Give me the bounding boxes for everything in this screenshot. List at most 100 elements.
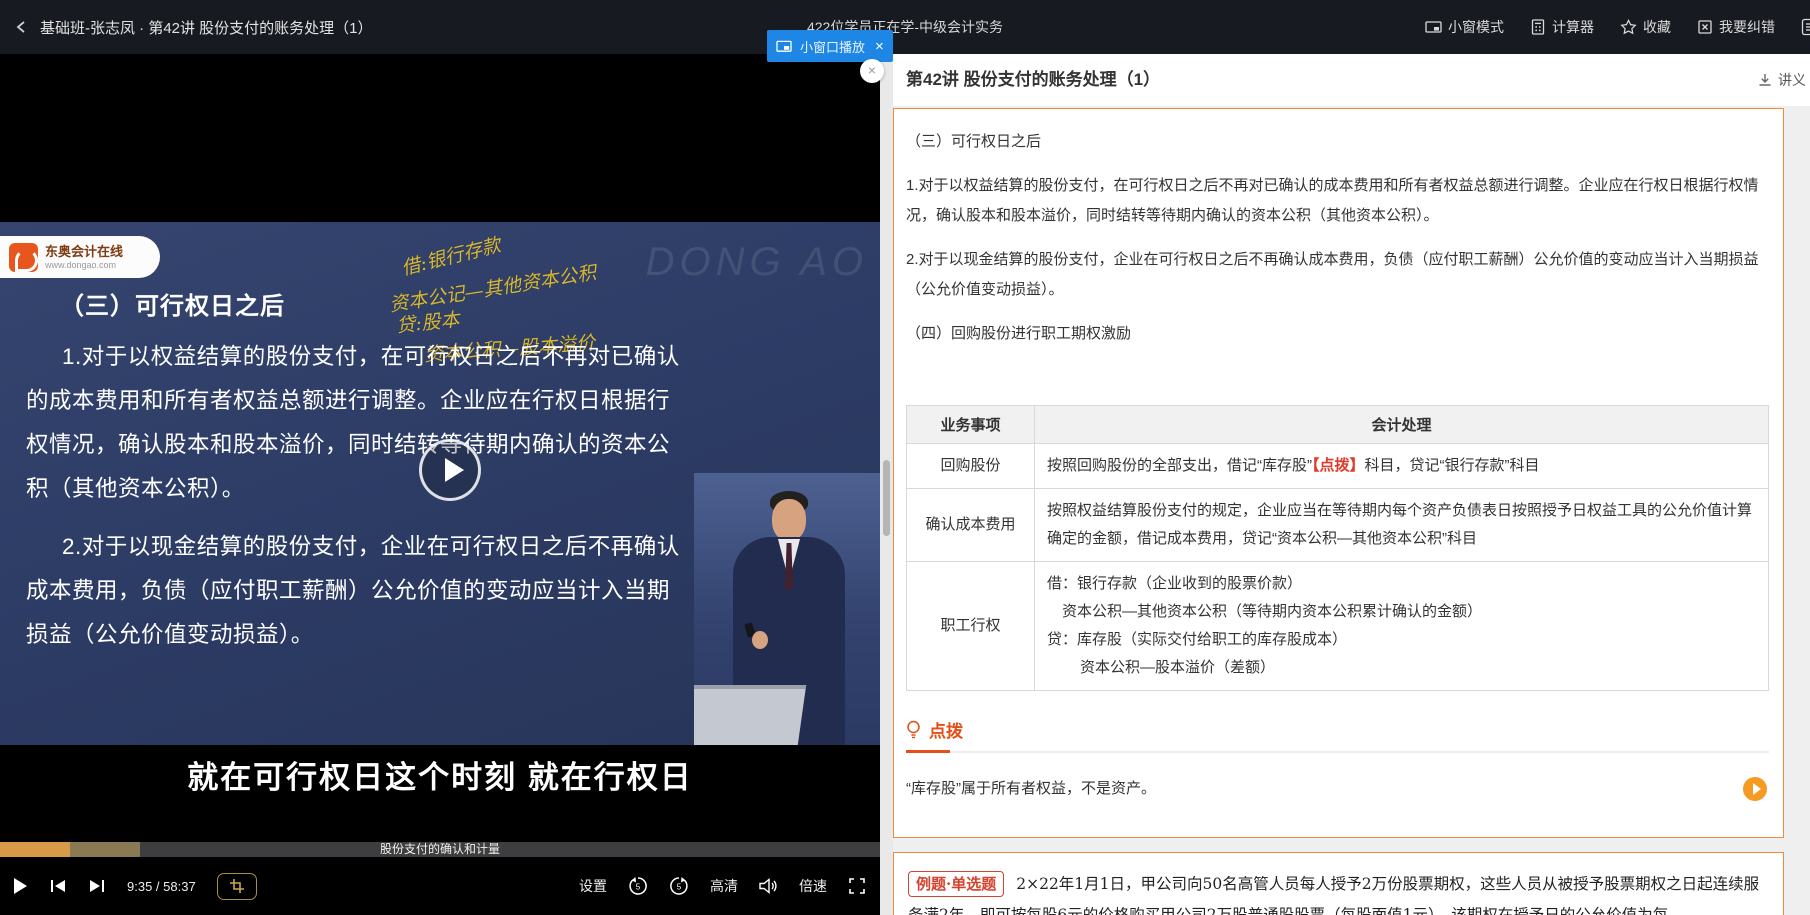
previous-icon	[49, 878, 67, 894]
lecture-title: 第42讲 股份支付的账务处理（1）	[906, 54, 1160, 106]
next-lesson-button[interactable]	[88, 878, 106, 894]
pip-tooltip-close-icon[interactable]: ×	[875, 39, 884, 54]
svg-text:5: 5	[677, 883, 682, 892]
section-paragraph: 1.对于以权益结算的股份支付，在可行权日之后不再对已确认的成本费用和所有者权益总…	[906, 171, 1769, 231]
previous-lesson-button[interactable]	[49, 878, 67, 894]
brand-site: www.dongao.com	[45, 260, 123, 270]
journal-line: 资本公积—其他资本公积（等待期内资本公积累计确认的金额）	[1047, 598, 1756, 626]
play-icon	[12, 877, 28, 895]
report-error-label: 我要纠错	[1719, 17, 1775, 37]
pip-mode-icon	[1425, 19, 1442, 35]
controls-left: 9:35 / 58:37	[12, 873, 257, 900]
fullscreen-icon	[848, 877, 866, 895]
controls-right: 设置 5 5 高清 倍速	[579, 876, 866, 896]
play-button[interactable]	[12, 877, 28, 895]
pip-mode-button[interactable]: 小窗模式	[1425, 17, 1504, 37]
row-content: 按照权益结算股份支付的规定，企业应当在等待期内每个资产负债表日按照授予日权益工具…	[1035, 489, 1769, 562]
fullscreen-button[interactable]	[848, 877, 866, 895]
speed-button[interactable]: 倍速	[799, 876, 827, 896]
slide-text-block: （三）可行权日之后 1.对于以权益结算的股份支付，在可行权日之后不再对已确认的成…	[26, 286, 680, 657]
scrollbar-thumb[interactable]	[883, 460, 890, 536]
instructor-hand	[752, 631, 768, 649]
tip-section-header: 点拨	[906, 717, 1769, 742]
volume-button[interactable]	[759, 878, 778, 894]
player-controls: 9:35 / 58:37 设置 5 5 高清 倍速	[0, 857, 880, 915]
back-button[interactable]	[14, 19, 30, 35]
accounting-table: 业务事项 会计处理 回购股份 按照回购股份的全部支出，借记“库存股”【点拨】科目…	[906, 405, 1769, 691]
slide-heading: （三）可行权日之后	[60, 286, 680, 321]
sync-scroll-fab-button[interactable]	[1743, 777, 1767, 801]
volume-icon	[759, 878, 778, 894]
settings-button[interactable]: 设置	[579, 876, 607, 896]
pip-playback-tooltip[interactable]: 小窗口播放 ×	[767, 30, 893, 62]
forward-5-icon: 5	[669, 876, 689, 896]
video-player[interactable]: 东奥会计在线 www.dongao.com DONG AO 借:银行存款 资本公…	[0, 54, 880, 915]
rewind-5-button[interactable]: 5	[628, 876, 648, 896]
question-paragraph: 例题·单选题2×22年1月1日，甲公司向50名高管人员每人授予2万份股票期权，这…	[908, 869, 1769, 915]
next-icon	[88, 878, 106, 894]
section-heading: （三）可行权日之后	[906, 127, 1769, 157]
course-title: 基础班-张志凤 · 第42讲 股份支付的账务处理（1）	[40, 17, 373, 38]
favorite-button[interactable]: 收藏	[1620, 17, 1671, 37]
pip-mode-label: 小窗模式	[1448, 17, 1504, 37]
row-text: 按照回购股份的全部支出，借记“库存股”	[1047, 457, 1312, 474]
watermark-text: DONG AO	[646, 240, 868, 285]
catalog-button[interactable]	[1801, 18, 1810, 36]
clip-button[interactable]	[217, 873, 257, 900]
row-content: 借：银行存款（企业收到的股票价款） 资本公积—其他资本公积（等待期内资本公积累计…	[1035, 562, 1769, 691]
pip-close-bubble[interactable]: ×	[860, 59, 884, 83]
bulb-icon	[906, 720, 921, 740]
rewind-5-icon: 5	[628, 876, 648, 896]
quality-button[interactable]: 高清	[710, 876, 738, 896]
pip-tooltip-label: 小窗口播放	[800, 37, 865, 56]
chapter-label: 股份支付的确认和计量	[0, 842, 880, 857]
table-row: 职工行权 借：银行存款（企业收到的股票价款） 资本公积—其他资本公积（等待期内资…	[907, 562, 1769, 691]
column-header: 会计处理	[1035, 406, 1769, 444]
table-row: 确认成本费用 按照权益结算股份支付的规定，企业应当在等待期内每个资产负债表日按照…	[907, 489, 1769, 562]
row-label: 职工行权	[907, 562, 1035, 691]
top-bar: 基础班-张志凤 · 第42讲 股份支付的账务处理（1） 422位学员正在学-中级…	[0, 0, 1810, 54]
table-row: 回购股份 按照回购股份的全部支出，借记“库存股”【点拨】科目，贷记“银行存款”科…	[907, 444, 1769, 489]
brand-name: 东奥会计在线	[45, 244, 123, 260]
handout-label: 讲义	[1778, 70, 1806, 90]
table-header-row: 业务事项 会计处理	[907, 406, 1769, 444]
row-label: 确认成本费用	[907, 489, 1035, 562]
favorite-label: 收藏	[1643, 17, 1671, 37]
row-label: 回购股份	[907, 444, 1035, 489]
page: 基础班-张志凤 · 第42讲 股份支付的账务处理（1） 422位学员正在学-中级…	[0, 0, 1810, 915]
journal-line: 贷：库存股（实际交付给职工的库存股成本）	[1047, 626, 1756, 654]
notes-card: （三）可行权日之后 1.对于以权益结算的股份支付，在可行权日之后不再对已确认的成…	[893, 108, 1784, 838]
podium	[694, 685, 806, 745]
star-icon	[1620, 19, 1637, 35]
panel-scrollbar[interactable]	[880, 54, 893, 915]
tip-tag: 【点拨】	[1312, 457, 1365, 474]
column-header: 业务事项	[907, 406, 1035, 444]
play-overlay-button[interactable]	[419, 439, 481, 501]
tip-title: 点拨	[929, 717, 963, 742]
calculator-label: 计算器	[1552, 17, 1594, 37]
crop-clip-icon	[229, 878, 245, 894]
video-subtitle: 就在可行权日这个时刻 就在行权日	[0, 752, 880, 797]
handwritten-note: 借:银行存款	[398, 230, 503, 281]
calculator-button[interactable]: 计算器	[1530, 17, 1594, 37]
time-display: 9:35 / 58:37	[127, 879, 196, 894]
question-text: 2×22年1月1日，甲公司向50名高管人员每人授予2万份股票期权，这些人员从被授…	[908, 875, 1759, 915]
example-question-card: 例题·单选题2×22年1月1日，甲公司向50名高管人员每人授予2万份股票期权，这…	[893, 852, 1784, 915]
list-icon	[1801, 18, 1810, 36]
forward-5-button[interactable]: 5	[669, 876, 689, 896]
progress-bar[interactable]: 股份支付的确认和计量	[0, 842, 880, 857]
instructor-head	[772, 499, 806, 541]
journal-line: 资本公积—股本溢价（差额）	[1047, 654, 1756, 682]
handout-panel: 第42讲 股份支付的账务处理（1） 讲义 （三）可行权日之后 1.对于以权益结算…	[880, 54, 1810, 915]
section-paragraph: 2.对于以现金结算的股份支付，企业在可行权日之后不再确认成本费用，负债（应付职工…	[906, 245, 1769, 305]
panel-body: （三）可行权日之后 1.对于以权益结算的股份支付，在可行权日之后不再对已确认的成…	[893, 106, 1810, 915]
top-bar-actions: 小窗模式 计算器 收藏 我要纠错	[1425, 0, 1810, 54]
download-handout-button[interactable]: 讲义	[1757, 54, 1806, 106]
slide-paragraph: 2.对于以现金结算的股份支付，企业在可行权日之后不再确认成本费用，负债（应付职工…	[26, 525, 680, 657]
top-bar-left: 基础班-张志凤 · 第42讲 股份支付的账务处理（1）	[14, 0, 373, 54]
report-error-button[interactable]: 我要纠错	[1697, 17, 1775, 37]
row-text: 科目，贷记“银行存款”科目	[1365, 457, 1540, 474]
svg-text:5: 5	[636, 883, 641, 892]
tip-divider	[906, 751, 1769, 753]
slide-paragraph: 1.对于以权益结算的股份支付，在可行权日之后不再对已确认的成本费用和所有者权益总…	[26, 335, 680, 511]
